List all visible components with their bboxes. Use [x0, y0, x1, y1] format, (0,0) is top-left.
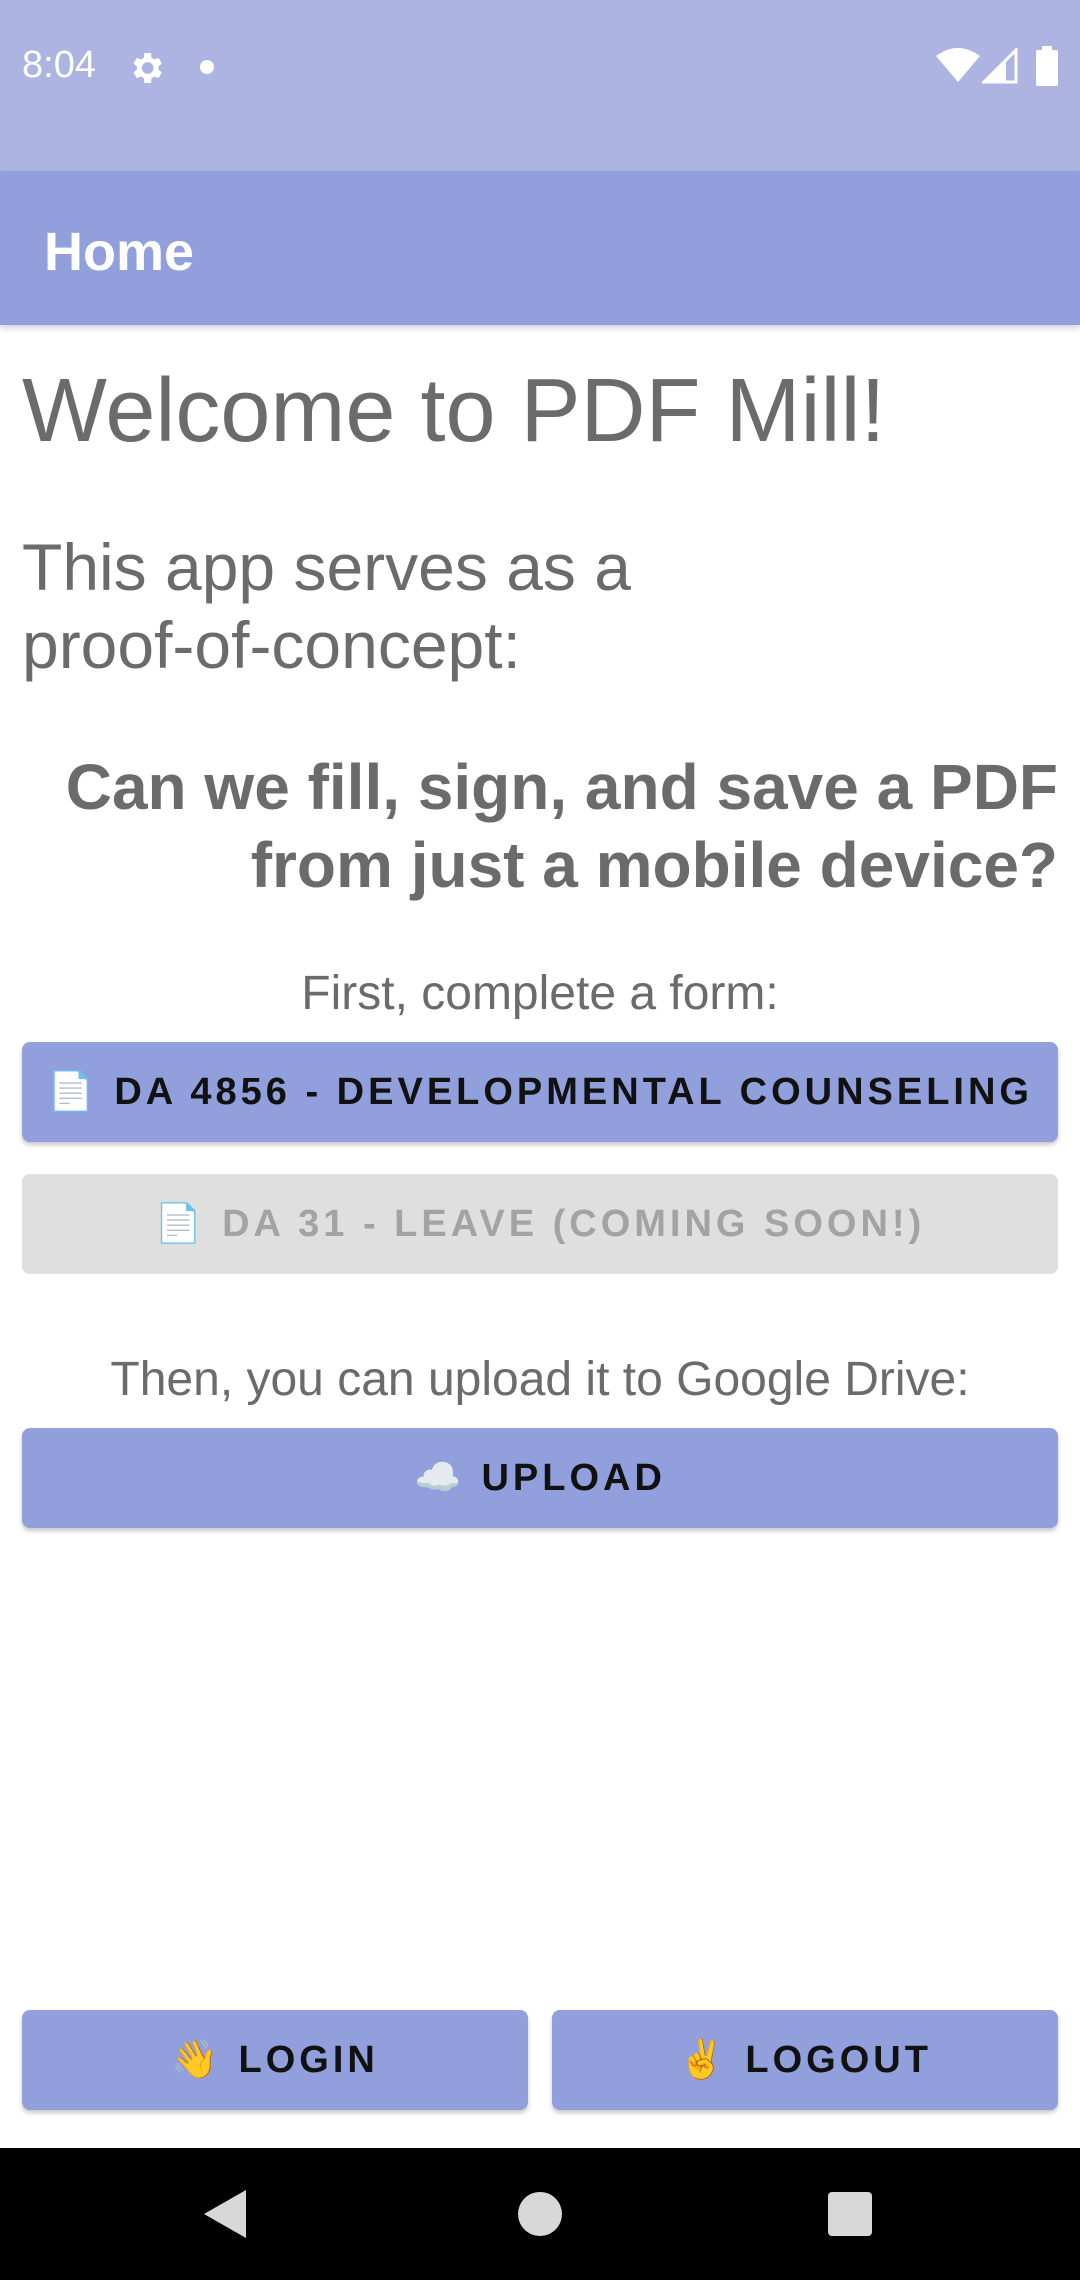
- form-prompt: First, complete a form:: [301, 967, 779, 1020]
- notification-dot-icon: [200, 60, 214, 74]
- document-icon: 📄: [47, 1071, 95, 1113]
- upload-button-label: UPLOAD: [481, 1456, 666, 1499]
- status-bar: 8:04: [0, 0, 1080, 171]
- wifi-icon: [936, 48, 980, 82]
- page-title: Home: [44, 222, 195, 282]
- da-4856-button[interactable]: 📄 DA 4856 - DEVELOPMENTAL COUNSELING: [22, 1042, 1058, 1142]
- da-31-button[interactable]: 📄 DA 31 - LEAVE (COMING SOON!): [22, 1174, 1058, 1274]
- document-icon: 📄: [154, 1203, 203, 1245]
- recent-apps-icon[interactable]: [828, 2192, 872, 2236]
- login-button-label: LOGIN: [238, 2038, 379, 2081]
- question-text: Can we fill, sign, and save a PDF from j…: [65, 751, 1058, 901]
- logout-button[interactable]: ✌️ LOGOUT: [552, 2010, 1058, 2110]
- da-4856-button-label: DA 4856 - DEVELOPMENTAL COUNSELING: [114, 1070, 1033, 1113]
- cell-signal-icon: [982, 48, 1018, 84]
- upload-button[interactable]: ☁️ UPLOAD: [22, 1428, 1058, 1528]
- app-bar: Home: [0, 171, 1080, 325]
- da-31-button-label: DA 31 - LEAVE (COMING SOON!): [222, 1202, 926, 1245]
- login-button[interactable]: 👋 LOGIN: [22, 2010, 528, 2110]
- battery-icon: [1036, 46, 1058, 86]
- logout-button-label: LOGOUT: [745, 2038, 932, 2081]
- upload-prompt: Then, you can upload it to Google Drive:: [110, 1353, 970, 1406]
- cloud-icon: ☁️: [414, 1457, 462, 1499]
- welcome-heading: Welcome to PDF Mill!: [22, 361, 886, 461]
- waving-hand-icon: 👋: [171, 2039, 219, 2081]
- victory-hand-icon: ✌️: [678, 2039, 726, 2081]
- intro-text: This app serves as a proof-of-concept:: [22, 530, 631, 682]
- navigation-bar: [0, 2148, 1080, 2280]
- home-icon[interactable]: [518, 2192, 562, 2236]
- settings-icon: [133, 53, 162, 83]
- back-icon[interactable]: [202, 2188, 250, 2240]
- status-time: 8:04: [22, 44, 96, 86]
